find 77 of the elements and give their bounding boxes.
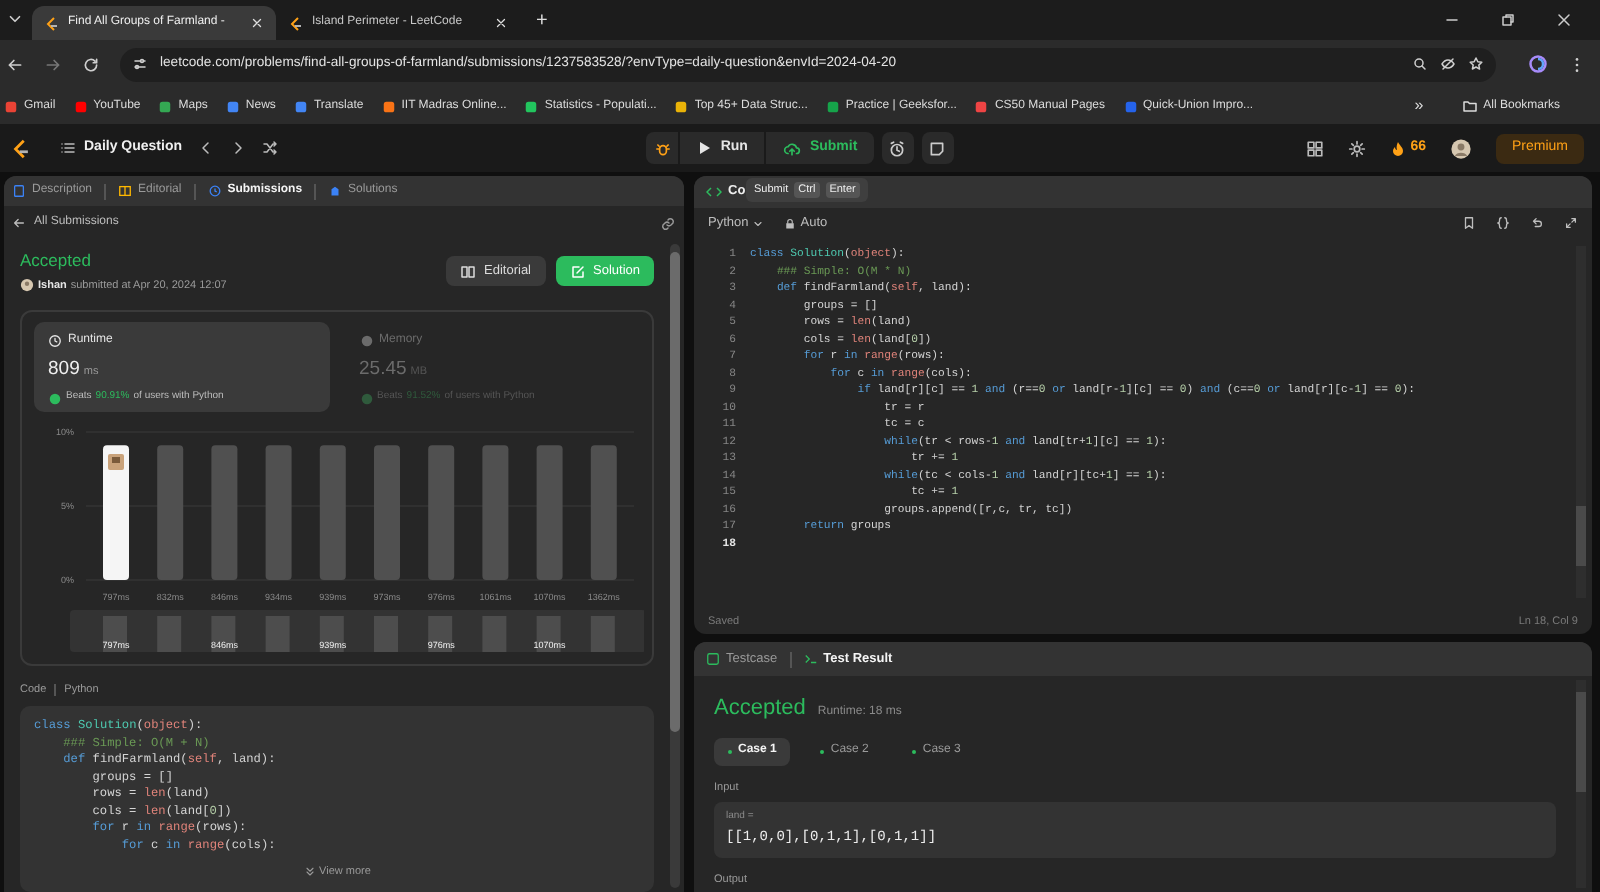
dropdown-icon[interactable] — [6, 10, 24, 28]
checkbox-icon — [706, 652, 720, 666]
extension-icon[interactable] — [1528, 54, 1548, 74]
arrow-left-icon — [12, 216, 26, 230]
terminal-icon — [803, 652, 818, 666]
book-icon — [460, 263, 477, 279]
settings-icon[interactable] — [1348, 139, 1367, 157]
tab-icon — [118, 184, 133, 198]
timer-button[interactable] — [881, 132, 914, 164]
chevron-right-icon[interactable] — [230, 140, 247, 156]
result-status: Accepted — [714, 694, 806, 724]
alarm-clock-icon — [888, 139, 907, 157]
favicon-icon — [4, 99, 18, 113]
logo-icon — [44, 15, 60, 31]
favicon-icon — [225, 99, 240, 113]
link-icon[interactable] — [660, 215, 676, 231]
favicon-icon — [524, 99, 539, 113]
scrollbar[interactable] — [670, 244, 680, 888]
note-icon — [928, 139, 947, 157]
chevrons-down-icon — [303, 866, 316, 879]
chevron-left-icon[interactable] — [198, 140, 215, 156]
cloud-upload-icon — [781, 139, 802, 157]
avatar-icon — [108, 454, 124, 470]
forward-icon[interactable] — [44, 55, 62, 73]
metric-value: 25.45 — [359, 356, 407, 384]
check-circle-icon — [48, 391, 62, 405]
list-icon — [60, 140, 76, 156]
range-navigator-drawing[interactable] — [70, 610, 644, 652]
clock-icon — [48, 334, 62, 348]
status-text: Accepted — [20, 248, 93, 274]
favicon-icon — [381, 99, 396, 113]
favicon-icon — [974, 99, 989, 113]
bookmark-icon[interactable] — [1462, 216, 1476, 230]
reload-icon[interactable] — [82, 55, 100, 73]
avatar-icon[interactable] — [1449, 137, 1472, 159]
favicon-icon — [293, 99, 308, 113]
close-icon[interactable] — [494, 16, 508, 30]
restore-icon[interactable] — [1500, 12, 1516, 28]
notes-button[interactable] — [921, 132, 954, 164]
braces-icon[interactable] — [1496, 216, 1510, 230]
eye-off-icon[interactable] — [1440, 56, 1456, 72]
debug-button[interactable] — [646, 132, 679, 164]
close-icon[interactable] — [1556, 12, 1572, 28]
new-tab-button[interactable]: + — [536, 12, 548, 32]
more-bookmarks-button[interactable]: » — [1414, 94, 1424, 118]
favicon-icon — [825, 99, 840, 113]
play-icon — [696, 140, 713, 156]
layout-grid-icon[interactable] — [1306, 139, 1325, 157]
tab-icon — [12, 184, 26, 198]
lock-icon — [784, 217, 797, 229]
favicon-icon — [73, 99, 88, 113]
star-icon[interactable] — [1468, 56, 1484, 72]
logo-icon — [288, 15, 304, 31]
metric-value: 809 — [48, 356, 80, 384]
logo-icon[interactable] — [10, 137, 32, 159]
folder-icon — [1461, 98, 1478, 114]
favicon-icon — [1123, 99, 1138, 113]
flame-icon — [1390, 139, 1407, 157]
chevron-down-icon — [752, 217, 765, 229]
expand-icon[interactable] — [1564, 216, 1578, 230]
favicon-icon — [158, 99, 173, 113]
tab-icon — [207, 184, 222, 198]
check-circle-icon — [359, 391, 373, 405]
bug-icon — [653, 139, 672, 157]
scrollbar[interactable] — [1576, 246, 1586, 598]
zoom-icon[interactable] — [1412, 56, 1428, 72]
shuffle-icon[interactable] — [262, 140, 279, 156]
code-icon — [706, 184, 722, 200]
site-info-icon — [132, 56, 148, 72]
tab-icon — [328, 184, 343, 198]
favicon-icon — [674, 99, 689, 113]
back-icon[interactable] — [6, 55, 24, 73]
edit-icon — [569, 263, 585, 279]
avatar-icon — [20, 278, 34, 293]
undo-icon[interactable] — [1530, 216, 1544, 230]
close-icon[interactable] — [250, 16, 264, 30]
scrollbar[interactable] — [1576, 680, 1586, 888]
